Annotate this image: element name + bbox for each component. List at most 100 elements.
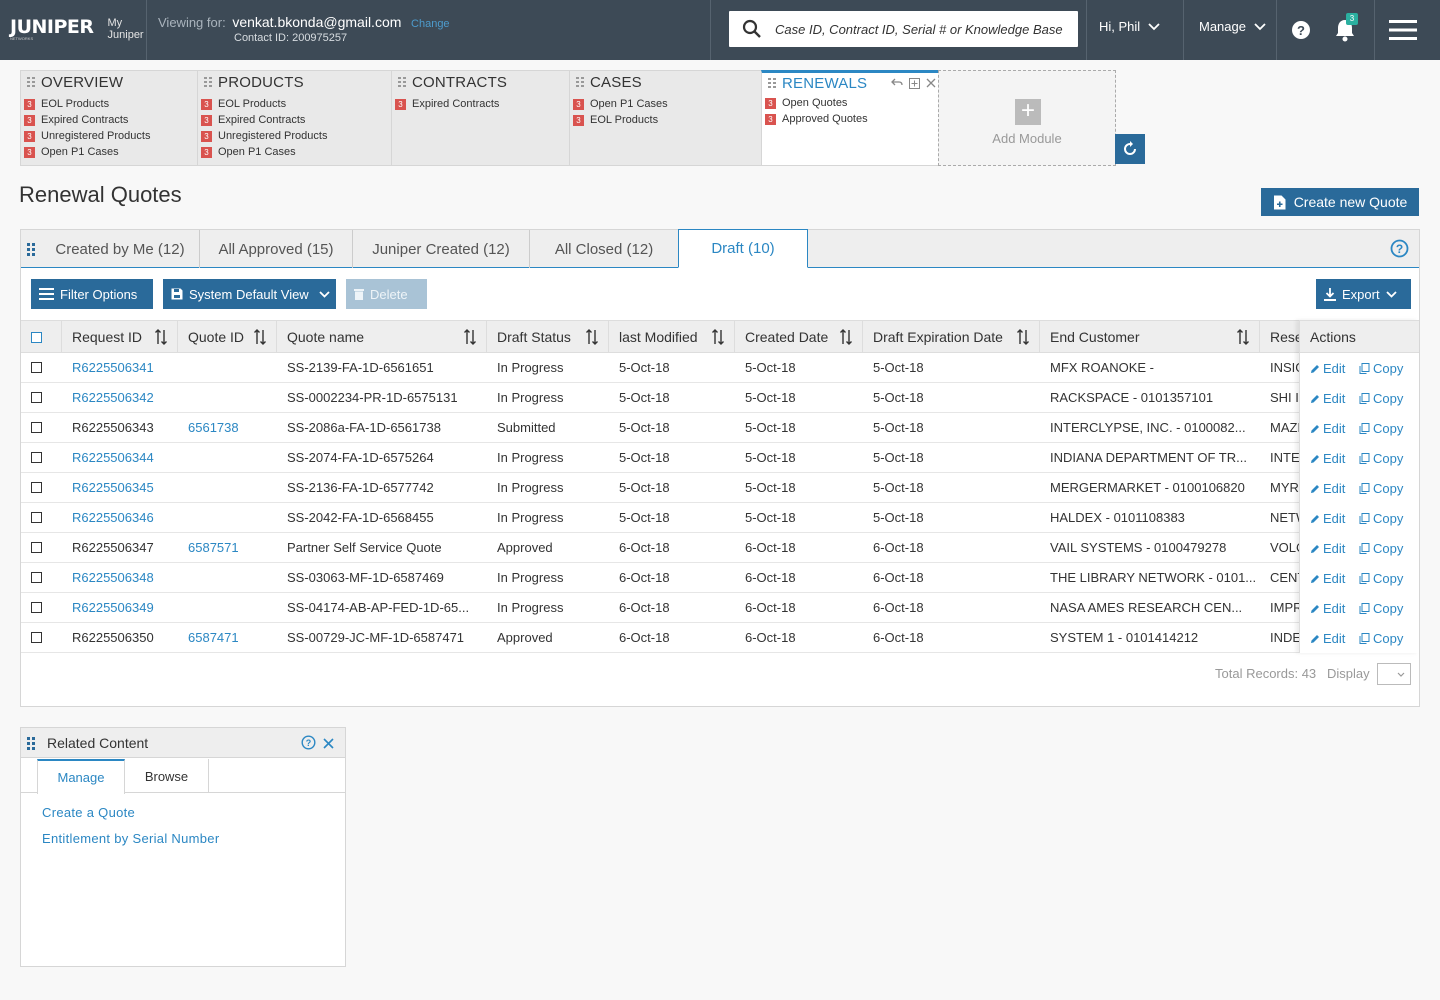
row-checkbox[interactable] [31,572,42,583]
copy-button[interactable]: Copy [1359,541,1403,556]
help-icon[interactable]: ? [1286,15,1316,45]
table-row[interactable]: R6225506347 6587571 Partner Self Service Q… [21,533,1419,563]
module-renewals[interactable]: RENEWALS 3 Open Quotes 3 Approved Quotes [761,70,939,166]
drag-handle-icon[interactable] [27,243,36,259]
change-link[interactable]: Change [411,18,450,30]
sort-icon[interactable] [464,328,476,349]
cell-quote-id[interactable]: 6561738 [178,413,277,443]
module-item[interactable]: 3 Expired Contracts [201,112,327,128]
row-checkbox[interactable] [31,452,42,463]
column-header-end-customer[interactable]: End Customer [1040,321,1260,353]
sort-icon[interactable] [1237,328,1249,349]
row-checkbox[interactable] [31,512,42,523]
column-header-created-date[interactable]: Created Date [735,321,863,353]
table-row[interactable]: R6225506350 6587471 SS-00729-JC-MF-1D-6587… [21,623,1419,653]
module-item[interactable]: 3 EOL Products [201,96,327,112]
edit-button[interactable]: Edit [1310,541,1345,556]
row-checkbox[interactable] [31,422,42,433]
sort-icon[interactable] [254,328,266,349]
module-item[interactable]: 3 Unregistered Products [24,128,150,144]
module-item[interactable]: 3 Approved Quotes [765,111,868,127]
module-item[interactable]: 3 Open Quotes [765,95,868,111]
juniper-logo[interactable]: JUNIPER NETWORKS My Juniper [10,14,144,44]
sort-icon[interactable] [840,328,852,349]
table-row[interactable]: R6225506345 SS-2136-FA-1D-6577742 In Progr… [21,473,1419,503]
edit-button[interactable]: Edit [1310,631,1345,646]
drag-handle-icon[interactable] [768,78,776,89]
tab-manage[interactable]: Manage [37,759,125,794]
table-row[interactable]: R6225506342 SS-0002234-PR-1D-6575131 In Pr… [21,383,1419,413]
column-header-quote-name[interactable]: Quote name [277,321,487,353]
tab-juniper-created[interactable]: Juniper Created (12) [353,230,530,268]
help-icon[interactable]: ? [1390,239,1409,261]
tab-draft[interactable]: Draft (10) [678,229,808,268]
hamburger-menu-icon[interactable] [1388,15,1418,45]
undo-icon[interactable] [891,78,903,88]
module-item[interactable]: 3 Expired Contracts [24,112,150,128]
table-row[interactable]: R6225506346 SS-2042-FA-1D-6568455 In Progr… [21,503,1419,533]
sort-icon[interactable] [586,328,598,349]
copy-button[interactable]: Copy [1359,391,1403,406]
column-header-draft-status[interactable]: Draft Status [487,321,609,353]
module-item[interactable]: 3 EOL Products [24,96,150,112]
module-item[interactable]: 3 Open P1 Cases [573,96,668,112]
tab-all-closed[interactable]: All Closed (12) [530,230,679,268]
module-contracts[interactable]: CONTRACTS 3 Expired Contracts [391,70,570,166]
module-cases[interactable]: CASES 3 Open P1 Cases 3 EOL Products [569,70,762,166]
edit-button[interactable]: Edit [1310,601,1345,616]
copy-button[interactable]: Copy [1359,571,1403,586]
cell-request-id[interactable]: R6225506348 [62,563,178,593]
user-menu[interactable]: Hi, Phil [1099,19,1160,34]
module-item[interactable]: 3 Open P1 Cases [201,144,327,160]
table-row[interactable]: R6225506348 SS-03063-MF-1D-6587469 In Prog… [21,563,1419,593]
row-checkbox[interactable] [31,602,42,613]
cell-request-id[interactable]: R6225506345 [62,473,178,503]
edit-button[interactable]: Edit [1310,451,1345,466]
edit-button[interactable]: Edit [1310,421,1345,436]
page-size-select[interactable] [1377,663,1411,685]
cell-request-id[interactable]: R6225506341 [62,353,178,383]
row-checkbox[interactable] [31,482,42,493]
row-checkbox[interactable] [31,542,42,553]
cell-request-id[interactable]: R6225506349 [62,593,178,623]
create-quote-link[interactable]: Create a Quote [42,805,135,820]
create-new-quote-button[interactable]: Create new Quote [1261,188,1419,216]
cell-quote-id[interactable]: 6587571 [178,533,277,563]
copy-button[interactable]: Copy [1359,511,1403,526]
edit-button[interactable]: Edit [1310,511,1345,526]
add-module-button[interactable]: + Add Module [938,70,1116,166]
column-header-last-modified[interactable]: last Modified [609,321,735,353]
close-icon[interactable] [926,78,936,88]
table-row[interactable]: R6225506349 SS-04174-AB-AP-FED-1D-65... In… [21,593,1419,623]
module-item[interactable]: 3 Open P1 Cases [24,144,150,160]
manage-menu[interactable]: Manage [1199,19,1266,34]
select-all-checkbox[interactable] [31,332,42,343]
cell-request-id[interactable]: R6225506346 [62,503,178,533]
sort-icon[interactable] [712,328,724,349]
copy-button[interactable]: Copy [1359,481,1403,496]
table-row[interactable]: R6225506341 SS-2139-FA-1D-6561651 In Progr… [21,353,1419,383]
row-checkbox[interactable] [31,392,42,403]
drag-handle-icon[interactable] [27,77,35,88]
help-icon[interactable]: ? [301,735,316,753]
filter-options-button[interactable]: Filter Options [31,279,153,309]
drag-handle-icon[interactable] [398,77,406,88]
drag-handle-icon[interactable] [576,77,584,88]
edit-button[interactable]: Edit [1310,391,1345,406]
delete-button[interactable]: Delete [346,279,427,309]
module-item[interactable]: 3 Expired Contracts [395,96,499,112]
drag-handle-icon[interactable] [204,77,212,88]
tab-all-approved[interactable]: All Approved (15) [200,230,353,268]
copy-button[interactable]: Copy [1359,601,1403,616]
copy-button[interactable]: Copy [1359,361,1403,376]
sort-icon[interactable] [155,328,167,349]
module-item[interactable]: 3 Unregistered Products [201,128,327,144]
module-overview[interactable]: OVERVIEW 3 EOL Products 3 Expired Contract… [20,70,198,166]
row-checkbox[interactable] [31,362,42,373]
row-checkbox[interactable] [31,632,42,643]
table-row[interactable]: R6225506343 6561738 SS-2086a-FA-1D-6561738… [21,413,1419,443]
module-products[interactable]: PRODUCTS 3 EOL Products 3 Expired Contract… [197,70,392,166]
tab-browse[interactable]: Browse [125,759,209,793]
edit-button[interactable]: Edit [1310,481,1345,496]
table-row[interactable]: R6225506344 SS-2074-FA-1D-6575264 In Progr… [21,443,1419,473]
